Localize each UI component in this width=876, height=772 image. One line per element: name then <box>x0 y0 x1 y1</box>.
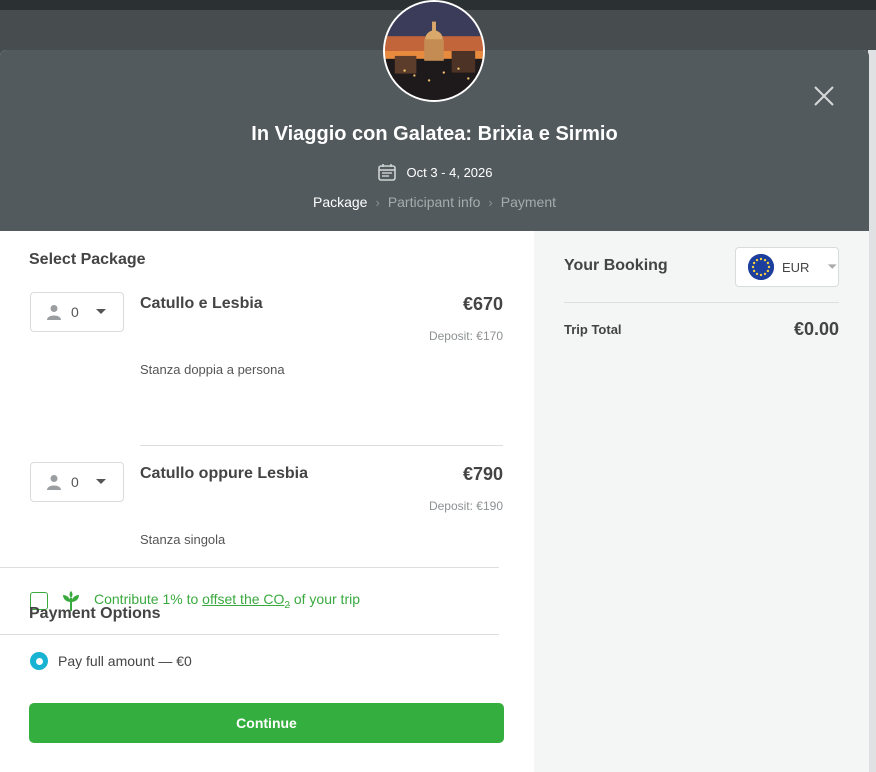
step-participant-info[interactable]: Participant info <box>388 194 481 210</box>
package-name: Catullo oppure Lesbia <box>140 465 309 482</box>
offset-co2-link[interactable]: offset the CO2 <box>202 591 290 611</box>
modal-header: In Viaggio con Galatea: Brixia e Sirmio … <box>0 0 869 231</box>
booking-modal: In Viaggio con Galatea: Brixia e Sirmio … <box>0 0 869 772</box>
trip-total-label: Trip Total <box>564 322 622 337</box>
eu-flag-icon <box>748 254 774 280</box>
select-package-title: Select Package <box>29 251 146 268</box>
step-package[interactable]: Package <box>313 194 367 210</box>
section-divider <box>0 634 499 635</box>
booking-divider <box>564 302 839 303</box>
step-payment[interactable]: Payment <box>501 194 556 210</box>
package-description: Stanza doppia a persona <box>140 362 285 377</box>
pay-full-radio[interactable] <box>30 652 48 670</box>
backdrop-right-edge <box>868 50 876 772</box>
co2-link-text: offset the CO <box>202 591 285 608</box>
radio-dot <box>35 657 43 665</box>
chevron-right-icon: › <box>488 194 493 210</box>
chevron-right-icon: › <box>375 194 380 210</box>
currency-code: EUR <box>782 259 810 275</box>
currency-select[interactable]: EUR <box>735 247 839 287</box>
chevron-down-icon <box>828 264 838 269</box>
chevron-down-icon <box>95 309 106 314</box>
package-description: Stanza singola <box>140 532 226 547</box>
package-divider <box>140 445 503 446</box>
quantity-value: 0 <box>71 304 79 320</box>
breadcrumb: Package › Participant info › Payment <box>0 194 869 210</box>
trip-dates-text: Oct 3 - 4, 2026 <box>406 164 493 180</box>
close-icon <box>814 86 834 106</box>
calendar-icon <box>377 164 396 181</box>
package-price: €790 <box>462 464 503 484</box>
booking-summary-panel: Your Booking EUR Trip Total €0.00 <box>534 231 869 772</box>
person-icon <box>47 305 61 320</box>
trip-title: In Viaggio con Galatea: Brixia e Sirmio <box>251 123 618 145</box>
trip-image <box>383 0 485 102</box>
package-deposit: Deposit: €190 <box>428 499 503 513</box>
your-booking-title: Your Booking <box>564 257 668 274</box>
quantity-select[interactable]: 0 <box>30 292 124 332</box>
payment-options-title: Payment Options <box>29 605 161 622</box>
section-divider <box>0 567 499 568</box>
pay-full-option[interactable]: Pay full amount — €0 <box>30 652 192 670</box>
continue-button[interactable]: Continue <box>29 703 504 743</box>
pay-full-label: Pay full amount — €0 <box>58 653 192 669</box>
close-button[interactable] <box>811 83 837 109</box>
package-panel: Select Package 0 Catullo e Lesbia €670 D… <box>0 231 534 772</box>
package-deposit: Deposit: €170 <box>428 329 503 343</box>
trip-dates: Oct 3 - 4, 2026 <box>0 162 869 182</box>
chevron-down-icon <box>95 479 106 484</box>
co2-suffix: of your trip <box>289 591 360 608</box>
package-price: €670 <box>462 294 503 314</box>
package-name: Catullo e Lesbia <box>140 295 263 312</box>
trip-total-value: €0.00 <box>793 319 839 339</box>
quantity-select[interactable]: 0 <box>30 462 124 502</box>
person-icon <box>47 475 61 490</box>
quantity-value: 0 <box>71 474 79 490</box>
